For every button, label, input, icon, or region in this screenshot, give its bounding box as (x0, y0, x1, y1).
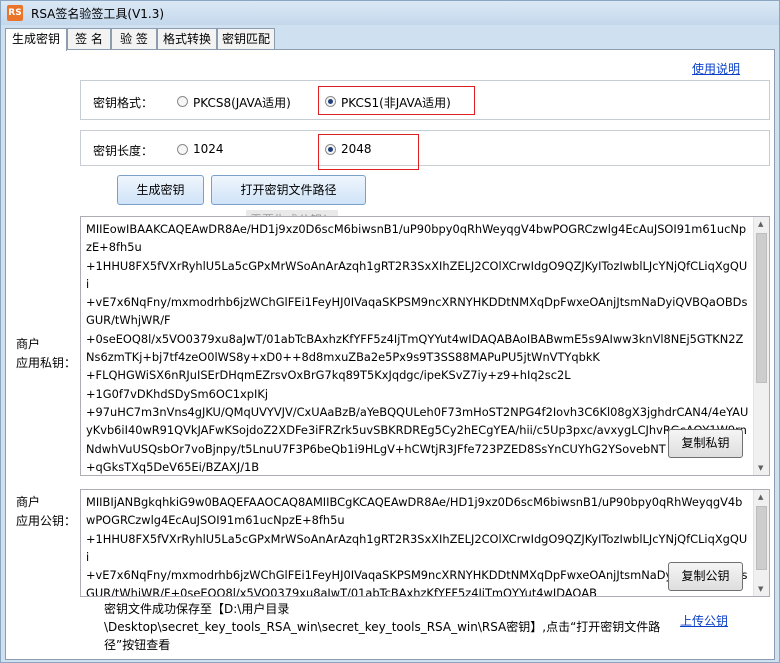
scroll-down-icon[interactable]: ▼ (758, 585, 763, 593)
length-highlight-box (318, 134, 419, 170)
tab-verify[interactable]: 验 签 (111, 28, 157, 49)
scroll-up-icon[interactable]: ▲ (758, 493, 763, 501)
status-line-2: \Desktop\secret_key_tools_RSA_win\secret… (104, 620, 661, 634)
public-key-text: MIIBIjANBgkqhkiG9w0BAQEFAAOCAQ8AMIIBCgKC… (86, 495, 748, 597)
app-window: RS RSA签名验签工具(V1.3) 生成密钥 签 名 验 签 格式转换 密钥匹… (0, 0, 780, 663)
tab-format-convert[interactable]: 格式转换 (157, 28, 217, 49)
help-link[interactable]: 使用说明 (692, 60, 740, 77)
private-key-label-1: 商户 (16, 337, 41, 351)
length-1024-label[interactable]: 1024 (193, 142, 224, 156)
window-title: RSA签名验签工具(V1.3) (31, 7, 165, 21)
copy-public-key-button[interactable]: 复制公钥 (668, 562, 743, 591)
tab-sign[interactable]: 签 名 (67, 28, 111, 49)
status-line-1: 密钥文件成功保存至【D:\用户目录 (104, 602, 290, 616)
key-length-label: 密钥长度： (93, 144, 154, 158)
private-key-text: MIIEowIBAAKCAQEAwDR8Ae/HD1j9xz0D6scM6biw… (86, 222, 749, 474)
status-line-3: 径”按钮查看 (104, 638, 171, 652)
length-1024-radio[interactable] (177, 144, 188, 155)
public-key-label-1: 商户 (16, 495, 41, 509)
copy-private-key-button[interactable]: 复制私钥 (668, 429, 743, 458)
key-length-group: 密钥长度： 1024 2048 (80, 130, 770, 166)
title-bar: RS RSA签名验签工具(V1.3) (1, 1, 779, 25)
open-key-path-button[interactable]: 打开密钥文件路径 (211, 175, 366, 205)
tab-key-match[interactable]: 密钥匹配 (217, 28, 275, 49)
private-key-scroll-thumb[interactable] (756, 233, 767, 383)
app-icon: RS (7, 5, 23, 21)
upload-public-key-link[interactable]: 上传公钥 (680, 612, 728, 629)
pkcs8-label[interactable]: PKCS8(JAVA适用) (193, 94, 291, 111)
scroll-up-icon[interactable]: ▲ (758, 220, 763, 228)
public-key-label-2: 应用公钥： (16, 514, 77, 528)
public-key-scrollbar[interactable]: ▲ ▼ (753, 490, 769, 596)
pkcs8-radio[interactable] (177, 96, 188, 107)
key-format-label: 密钥格式： (93, 96, 154, 110)
generate-key-button[interactable]: 生成密钥 (117, 175, 204, 205)
save-status-message: 密钥文件成功保存至【D:\用户目录 \Desktop\secret_key_to… (104, 600, 664, 654)
private-key-textarea[interactable]: MIIEowIBAAKCAQEAwDR8Ae/HD1j9xz0D6scM6biw… (80, 216, 770, 476)
public-key-textarea[interactable]: MIIBIjANBgkqhkiG9w0BAQEFAAOCAQ8AMIIBCgKC… (80, 489, 770, 597)
generate-key-panel: 使用说明 密钥格式： PKCS8(JAVA适用) PKCS1(非JAVA适用) … (5, 49, 775, 660)
private-key-label-2: 应用私钥： (16, 356, 77, 370)
public-key-scroll-thumb[interactable] (756, 506, 767, 570)
scroll-down-icon[interactable]: ▼ (758, 464, 763, 472)
private-key-scrollbar[interactable]: ▲ ▼ (753, 217, 769, 475)
tab-generate-key[interactable]: 生成密钥 (5, 28, 67, 51)
format-highlight-box (318, 86, 475, 115)
